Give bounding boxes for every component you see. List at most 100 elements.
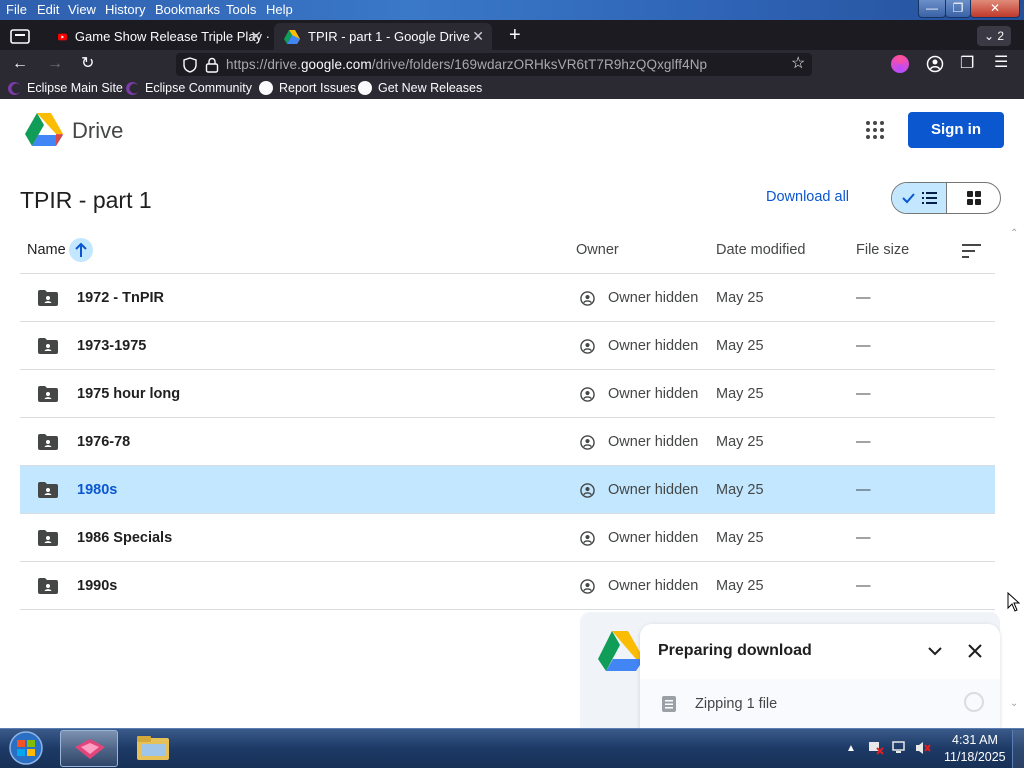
tab-title: Game Show Release Triple Play ·	[74, 29, 270, 44]
maximize-button[interactable]: ❐	[945, 0, 971, 18]
taskbar-file-explorer[interactable]	[124, 730, 182, 767]
tab-game-show[interactable]: Game Show Release Triple Play · ✕	[48, 23, 270, 50]
account-icon[interactable]	[926, 55, 944, 78]
shared-folder-icon	[38, 338, 58, 354]
bookmark-eclipse-community[interactable]: Eclipse Community	[126, 81, 252, 95]
taskbar-app-installer[interactable]	[60, 730, 118, 767]
file-name[interactable]: 1976-78	[77, 434, 130, 450]
tab-tpir-drive[interactable]: TPIR - part 1 - Google Drive ✕	[274, 23, 492, 50]
forward-arrow-icon[interactable]: →	[47, 55, 63, 73]
action-center-icon[interactable]	[868, 741, 884, 760]
menu-view[interactable]: View	[68, 2, 96, 17]
table-row[interactable]: 1986 Specials Owner hidden May 25 —	[20, 514, 995, 562]
show-desktop-button[interactable]	[1012, 730, 1024, 768]
shared-folder-icon	[38, 386, 58, 402]
file-name[interactable]: 1980s	[77, 482, 117, 498]
bookmark-get-new-releases[interactable]: Get New Releases	[358, 81, 482, 95]
progress-spinner-icon	[964, 692, 984, 712]
file-size-value: —	[856, 386, 871, 402]
sign-in-button[interactable]: Sign in	[908, 112, 1004, 148]
minimize-button[interactable]: —	[918, 0, 946, 18]
file-name[interactable]: 1973-1975	[77, 338, 146, 354]
menu-help[interactable]: Help	[266, 2, 293, 17]
sort-options-icon[interactable]	[962, 243, 982, 264]
tab-title: TPIR - part 1 - Google Drive	[308, 29, 470, 44]
account-circle-icon	[580, 579, 595, 594]
shield-icon[interactable]	[182, 57, 198, 78]
file-name[interactable]: 1990s	[77, 578, 117, 594]
account-circle-icon	[580, 435, 595, 450]
lock-icon[interactable]	[205, 57, 219, 78]
owner-value: Owner hidden	[608, 530, 699, 546]
shared-folder-icon	[38, 434, 58, 450]
sort-ascending-icon[interactable]	[69, 238, 93, 262]
new-tab-icon[interactable]: +	[509, 25, 521, 45]
column-header-name[interactable]: Name	[27, 242, 66, 258]
shared-folder-icon	[38, 578, 58, 594]
table-row[interactable]: 1980s Owner hidden May 25 —	[20, 466, 995, 514]
volume-muted-icon[interactable]	[915, 740, 931, 761]
file-name[interactable]: 1986 Specials	[77, 530, 172, 546]
date-modified-value: May 25	[716, 338, 764, 354]
google-apps-icon[interactable]	[866, 121, 886, 141]
youtube-icon	[58, 33, 67, 40]
bookmark-report-issues[interactable]: Report Issues	[259, 81, 356, 95]
menu-tools[interactable]: Tools	[226, 2, 256, 17]
google-drive-icon	[284, 29, 300, 44]
bookmark-label: Get New Releases	[378, 81, 483, 95]
table-row[interactable]: 1972 - TnPIR Owner hidden May 25 —	[20, 274, 995, 322]
column-header-date[interactable]: Date modified	[716, 242, 805, 258]
owner-value: Owner hidden	[608, 578, 699, 594]
file-size-value: —	[856, 530, 871, 546]
menu-history[interactable]: History	[105, 2, 145, 17]
reload-icon[interactable]: ↻	[81, 55, 94, 73]
close-tab-icon[interactable]: ✕	[472, 28, 484, 45]
account-circle-icon	[580, 291, 595, 306]
table-row[interactable]: 1973-1975 Owner hidden May 25 —	[20, 322, 995, 370]
menu-file[interactable]: File	[6, 2, 27, 17]
bookmark-star-icon[interactable]: ☆	[791, 55, 805, 73]
show-hidden-icons[interactable]: ▲	[846, 743, 856, 754]
extension-icon[interactable]	[891, 55, 909, 73]
list-view-button[interactable]	[892, 183, 947, 213]
file-name[interactable]: 1975 hour long	[77, 386, 180, 402]
close-window-button[interactable]: ✕	[970, 0, 1020, 18]
collapse-chevron-icon[interactable]	[926, 642, 944, 665]
close-tab-icon[interactable]: ✕	[250, 28, 262, 45]
google-drive-logo[interactable]	[25, 113, 63, 151]
table-row[interactable]: 1990s Owner hidden May 25 —	[20, 562, 995, 610]
date-modified-value: May 25	[716, 290, 764, 306]
tab-manager-icon[interactable]	[10, 28, 30, 49]
scroll-down-icon[interactable]: ⌄	[1010, 698, 1018, 709]
url-host: google.com	[300, 57, 372, 72]
menu-edit[interactable]: Edit	[37, 2, 59, 17]
clock-time[interactable]: 4:31 AM	[952, 733, 998, 747]
date-modified-value: May 25	[716, 386, 764, 402]
app-name[interactable]: Drive	[72, 118, 123, 144]
bookmark-eclipse-main[interactable]: Eclipse Main Site	[8, 81, 123, 95]
url-text[interactable]: https://drive.google.com/drive/folders/1…	[226, 57, 707, 72]
table-row[interactable]: 1976-78 Owner hidden May 25 —	[20, 418, 995, 466]
menu-bar: File Edit View History Bookmarks Tools H…	[0, 0, 1024, 20]
extensions-puzzle-icon[interactable]: ❐	[960, 55, 974, 73]
back-arrow-icon[interactable]: ←	[12, 55, 28, 73]
column-header-size[interactable]: File size	[856, 242, 909, 258]
grid-view-button[interactable]	[947, 183, 1000, 213]
clock-date[interactable]: 11/18/2025	[944, 750, 1006, 764]
table-row[interactable]: 1975 hour long Owner hidden May 25 —	[20, 370, 995, 418]
shared-folder-icon	[38, 530, 58, 546]
file-name[interactable]: 1972 - TnPIR	[77, 290, 164, 306]
tab-list-button[interactable]: ⌄ 2	[977, 26, 1011, 46]
menu-bookmarks[interactable]: Bookmarks	[155, 2, 220, 17]
start-button[interactable]	[4, 730, 48, 766]
grid-icon	[967, 191, 981, 205]
download-all-button[interactable]: Download all	[766, 189, 849, 205]
download-title: Preparing download	[658, 642, 812, 659]
hamburger-menu-icon[interactable]: ☰	[994, 54, 1008, 72]
folder-title: TPIR - part 1	[20, 187, 152, 213]
network-icon[interactable]	[892, 741, 908, 760]
close-icon[interactable]	[966, 642, 984, 665]
scroll-up-icon[interactable]: ⌃	[1010, 228, 1018, 239]
owner-value: Owner hidden	[608, 386, 699, 402]
shared-folder-icon	[38, 482, 58, 498]
